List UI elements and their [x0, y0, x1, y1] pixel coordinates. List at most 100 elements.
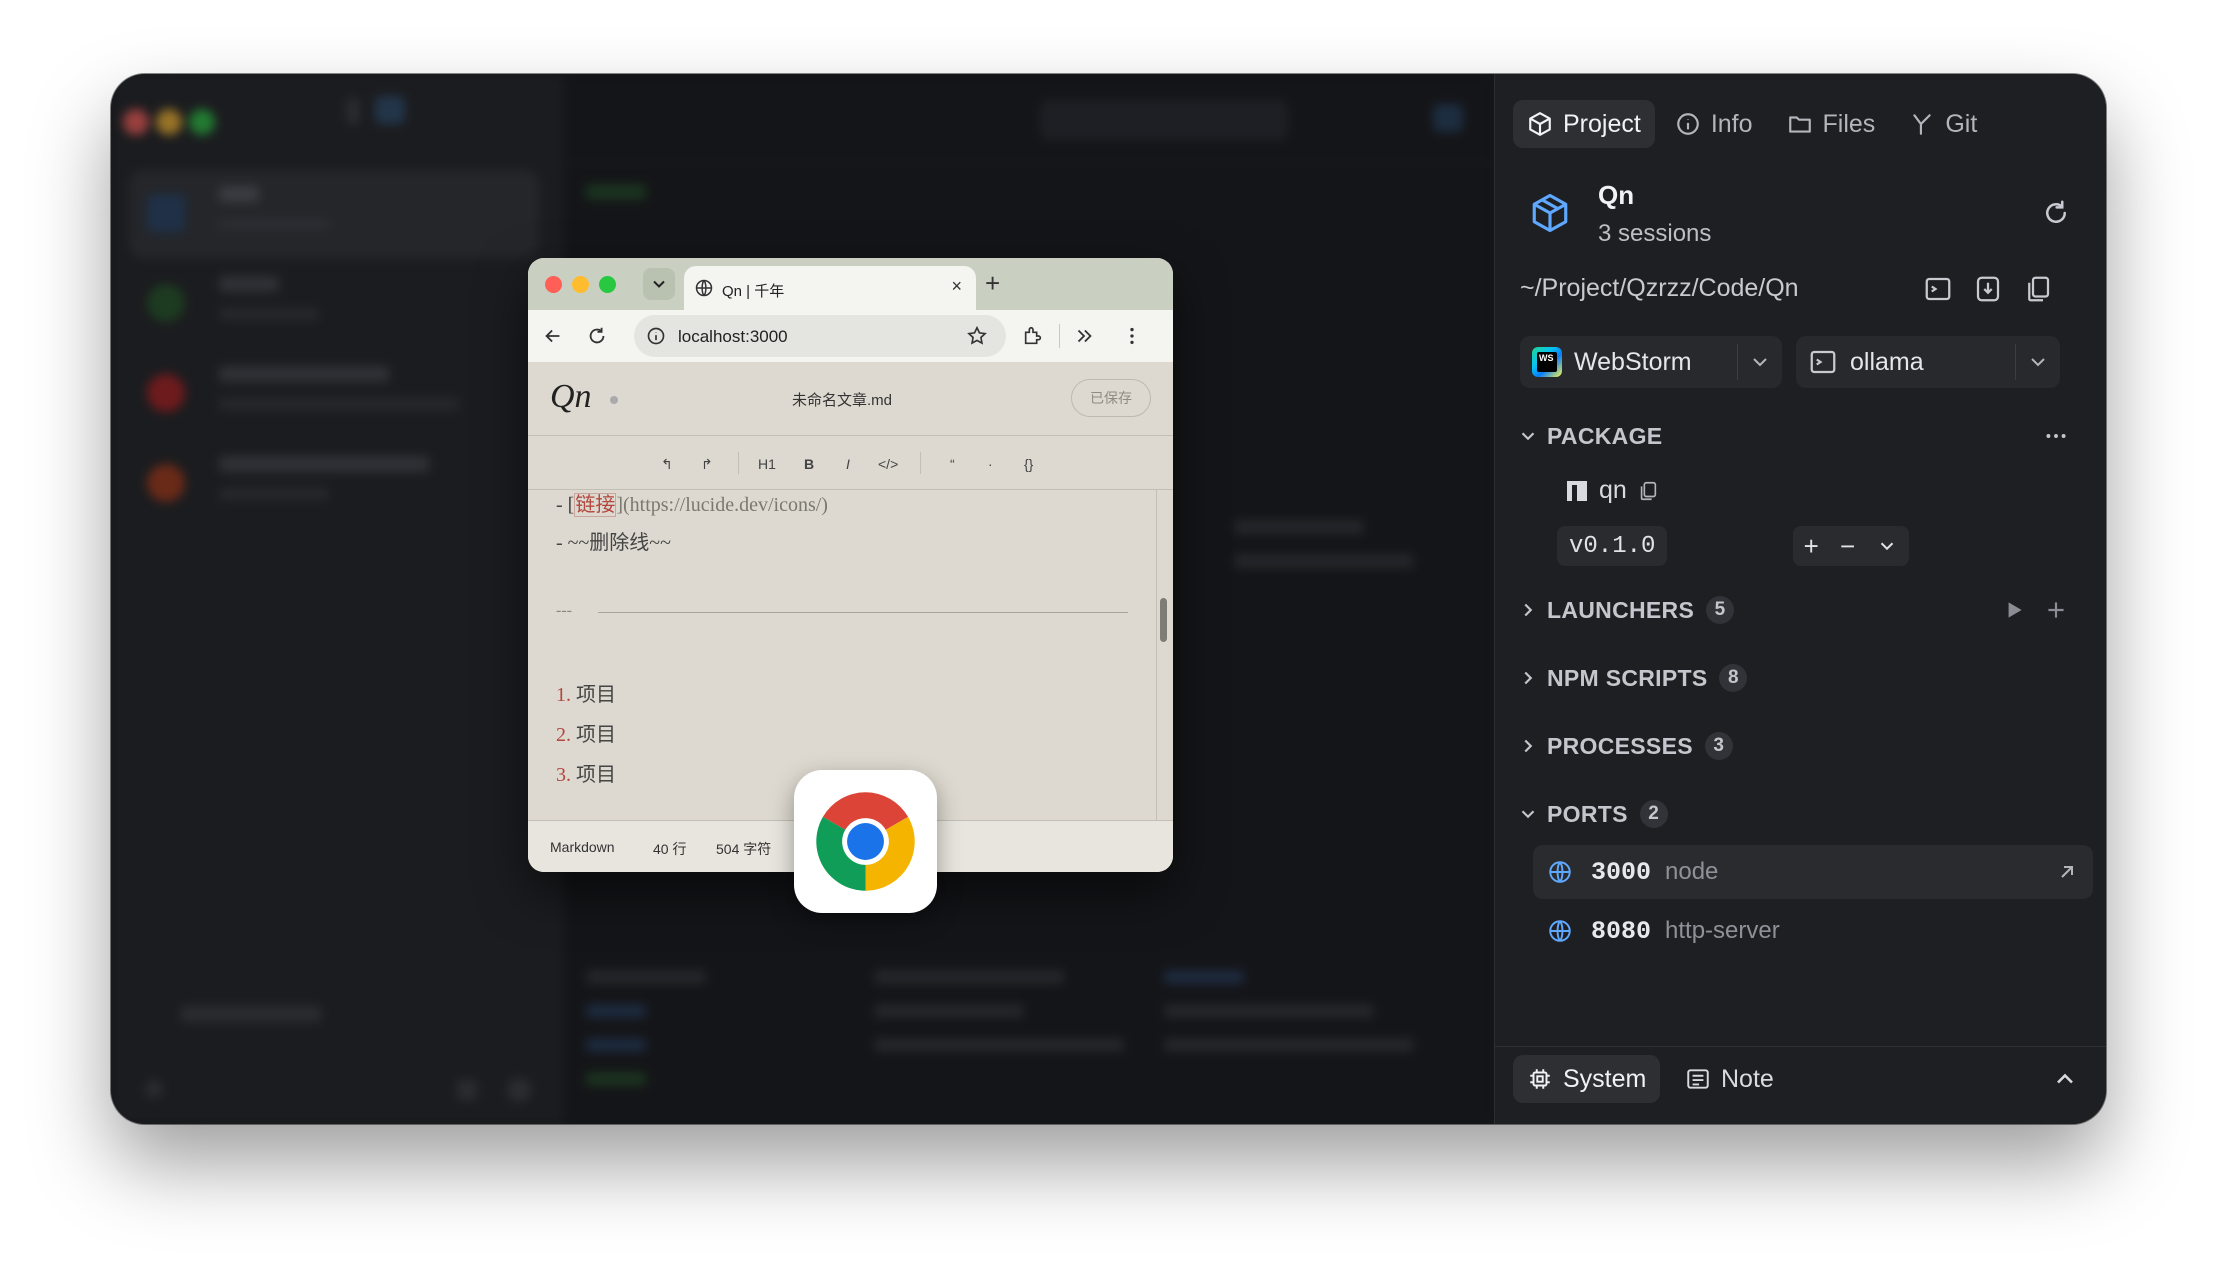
count-badge: 2: [1639, 800, 1668, 828]
port-row[interactable]: 3000 node: [1533, 845, 2093, 899]
play-icon[interactable]: [2001, 597, 2027, 623]
webstorm-logo-text: WS: [1539, 353, 1554, 363]
npm-icon: [1567, 480, 1587, 501]
zoom-dot: [189, 109, 215, 135]
address-bar[interactable]: localhost:3000: [634, 315, 1006, 357]
list-number: 1.: [556, 684, 571, 706]
italic-button[interactable]: I: [846, 456, 850, 472]
list-number: 3.: [556, 764, 571, 786]
undo-button[interactable]: ↰: [661, 456, 673, 473]
copy-icon[interactable]: [1637, 480, 1659, 502]
open-folder-icon[interactable]: [1973, 274, 2003, 304]
chevron-up-icon[interactable]: [2051, 1065, 2079, 1093]
version-increment-button[interactable]: +: [1804, 531, 1819, 562]
terminal-icon[interactable]: [1923, 274, 1953, 304]
chevron-down-icon[interactable]: [1876, 535, 1898, 557]
copy-icon[interactable]: [2023, 274, 2053, 304]
section-package[interactable]: PACKAGE: [1517, 416, 1662, 456]
format-toolbar: ↰ ↱ H1 B I </> “ · {}: [528, 436, 1173, 490]
folder-icon: [147, 194, 185, 232]
tab-info[interactable]: Info: [1661, 100, 1767, 148]
count-badge: 8: [1719, 664, 1748, 692]
blurred-prompt: [586, 184, 646, 200]
list-text: 项目: [576, 724, 616, 746]
status-lines: 40 行: [653, 841, 687, 857]
version-decrement-button[interactable]: −: [1840, 531, 1855, 562]
blurred-text: [1234, 554, 1414, 568]
chevrons-right-icon[interactable]: [1073, 325, 1095, 347]
project-panel: Project Info Files Git Qn 3 sessions ~/P…: [1494, 74, 2106, 1124]
sidebar: [111, 74, 564, 1124]
chevron-down-icon[interactable]: [2026, 350, 2050, 374]
terminal-tab: [578, 100, 718, 140]
zoom-button[interactable]: [599, 276, 616, 293]
toolbar-divider: [920, 452, 921, 474]
section-processes[interactable]: PROCESSES 3: [1517, 726, 1733, 766]
list-text: 项目: [576, 764, 616, 786]
extensions-icon[interactable]: [1022, 325, 1044, 347]
editor-filename[interactable]: 未命名文章.md: [792, 389, 892, 410]
back-icon[interactable]: [542, 325, 564, 347]
port-row[interactable]: 8080 http-server: [1533, 904, 2093, 958]
editor-line-strikethrough: - ~~删除线~~: [556, 532, 671, 554]
info-icon[interactable]: [646, 326, 666, 346]
tab-label: Note: [1721, 1064, 1774, 1093]
chrome-tab[interactable]: Qn | 千年 ×: [684, 266, 976, 310]
list-button[interactable]: ·: [988, 456, 993, 472]
section-launchers[interactable]: LAUNCHERS 5: [1517, 590, 1735, 630]
blurred-text: [219, 276, 279, 292]
ide-select[interactable]: WS WebStorm: [1520, 336, 1782, 388]
scrollbar-thumb[interactable]: [1160, 598, 1167, 642]
more-vertical-icon[interactable]: [1121, 325, 1143, 347]
tab-search-button[interactable]: [643, 268, 675, 300]
codeblock-button[interactable]: {}: [1024, 456, 1033, 472]
blurred-text: [1164, 1038, 1414, 1052]
tab-system[interactable]: System: [1513, 1055, 1661, 1103]
blurred-text: [219, 398, 459, 410]
version-controls: + −: [1793, 526, 1909, 566]
chevron-down-icon[interactable]: [1748, 350, 1772, 374]
folder-icon: [1788, 116, 1811, 133]
section-ports[interactable]: PORTS 2: [1517, 794, 1668, 834]
ordered-list-item: 1. 项目: [556, 678, 616, 707]
close-tab-icon[interactable]: ×: [951, 276, 962, 297]
new-tab-button[interactable]: +: [985, 268, 1000, 299]
star-icon[interactable]: [966, 325, 988, 347]
close-dot: [123, 109, 149, 135]
code-button[interactable]: </>: [878, 456, 898, 472]
tab-files[interactable]: Files: [1773, 100, 1890, 148]
reload-icon[interactable]: [586, 325, 608, 347]
section-label: PORTS: [1547, 800, 1628, 827]
redo-button[interactable]: ↱: [701, 456, 713, 473]
quote-button[interactable]: “: [950, 456, 955, 472]
session-count: 3 sessions: [1598, 220, 1712, 247]
chevron-down-icon: [653, 280, 665, 288]
minimize-button[interactable]: [572, 276, 589, 293]
more-icon[interactable]: [2043, 423, 2069, 449]
tab-label: System: [1563, 1064, 1647, 1093]
blurred-text: [219, 218, 329, 230]
editor-scrollbar[interactable]: [1156, 490, 1167, 820]
webstorm-icon: WS: [1532, 347, 1562, 377]
close-button[interactable]: [545, 276, 562, 293]
port-number: 8080: [1591, 916, 1652, 946]
ai-select[interactable]: ollama: [1796, 336, 2060, 388]
status-chars: 504 字符: [716, 841, 772, 857]
tab-git[interactable]: Git: [1895, 100, 1991, 148]
heading-button[interactable]: H1: [758, 456, 776, 472]
external-link-icon[interactable]: [2055, 860, 2079, 884]
project-cube-icon: [1532, 193, 1568, 233]
section-npm-scripts[interactable]: NPM SCRIPTS 8: [1517, 658, 1748, 698]
globe-icon: [1549, 920, 1571, 942]
link-text[interactable]: 链接: [574, 493, 617, 517]
chrome-app-icon[interactable]: [794, 770, 937, 913]
save-status-button[interactable]: 已保存: [1071, 379, 1151, 417]
bold-button[interactable]: B: [804, 456, 814, 472]
tab-note[interactable]: Note: [1671, 1055, 1788, 1103]
plus-icon[interactable]: [2043, 597, 2069, 623]
refresh-icon[interactable]: [2041, 198, 2071, 228]
port-process: http-server: [1665, 917, 1780, 944]
editor-line-link: - [链接](https://lucide.dev/icons/): [556, 490, 828, 517]
horizontal-rule: [598, 612, 1128, 613]
tab-project[interactable]: Project: [1513, 100, 1655, 148]
